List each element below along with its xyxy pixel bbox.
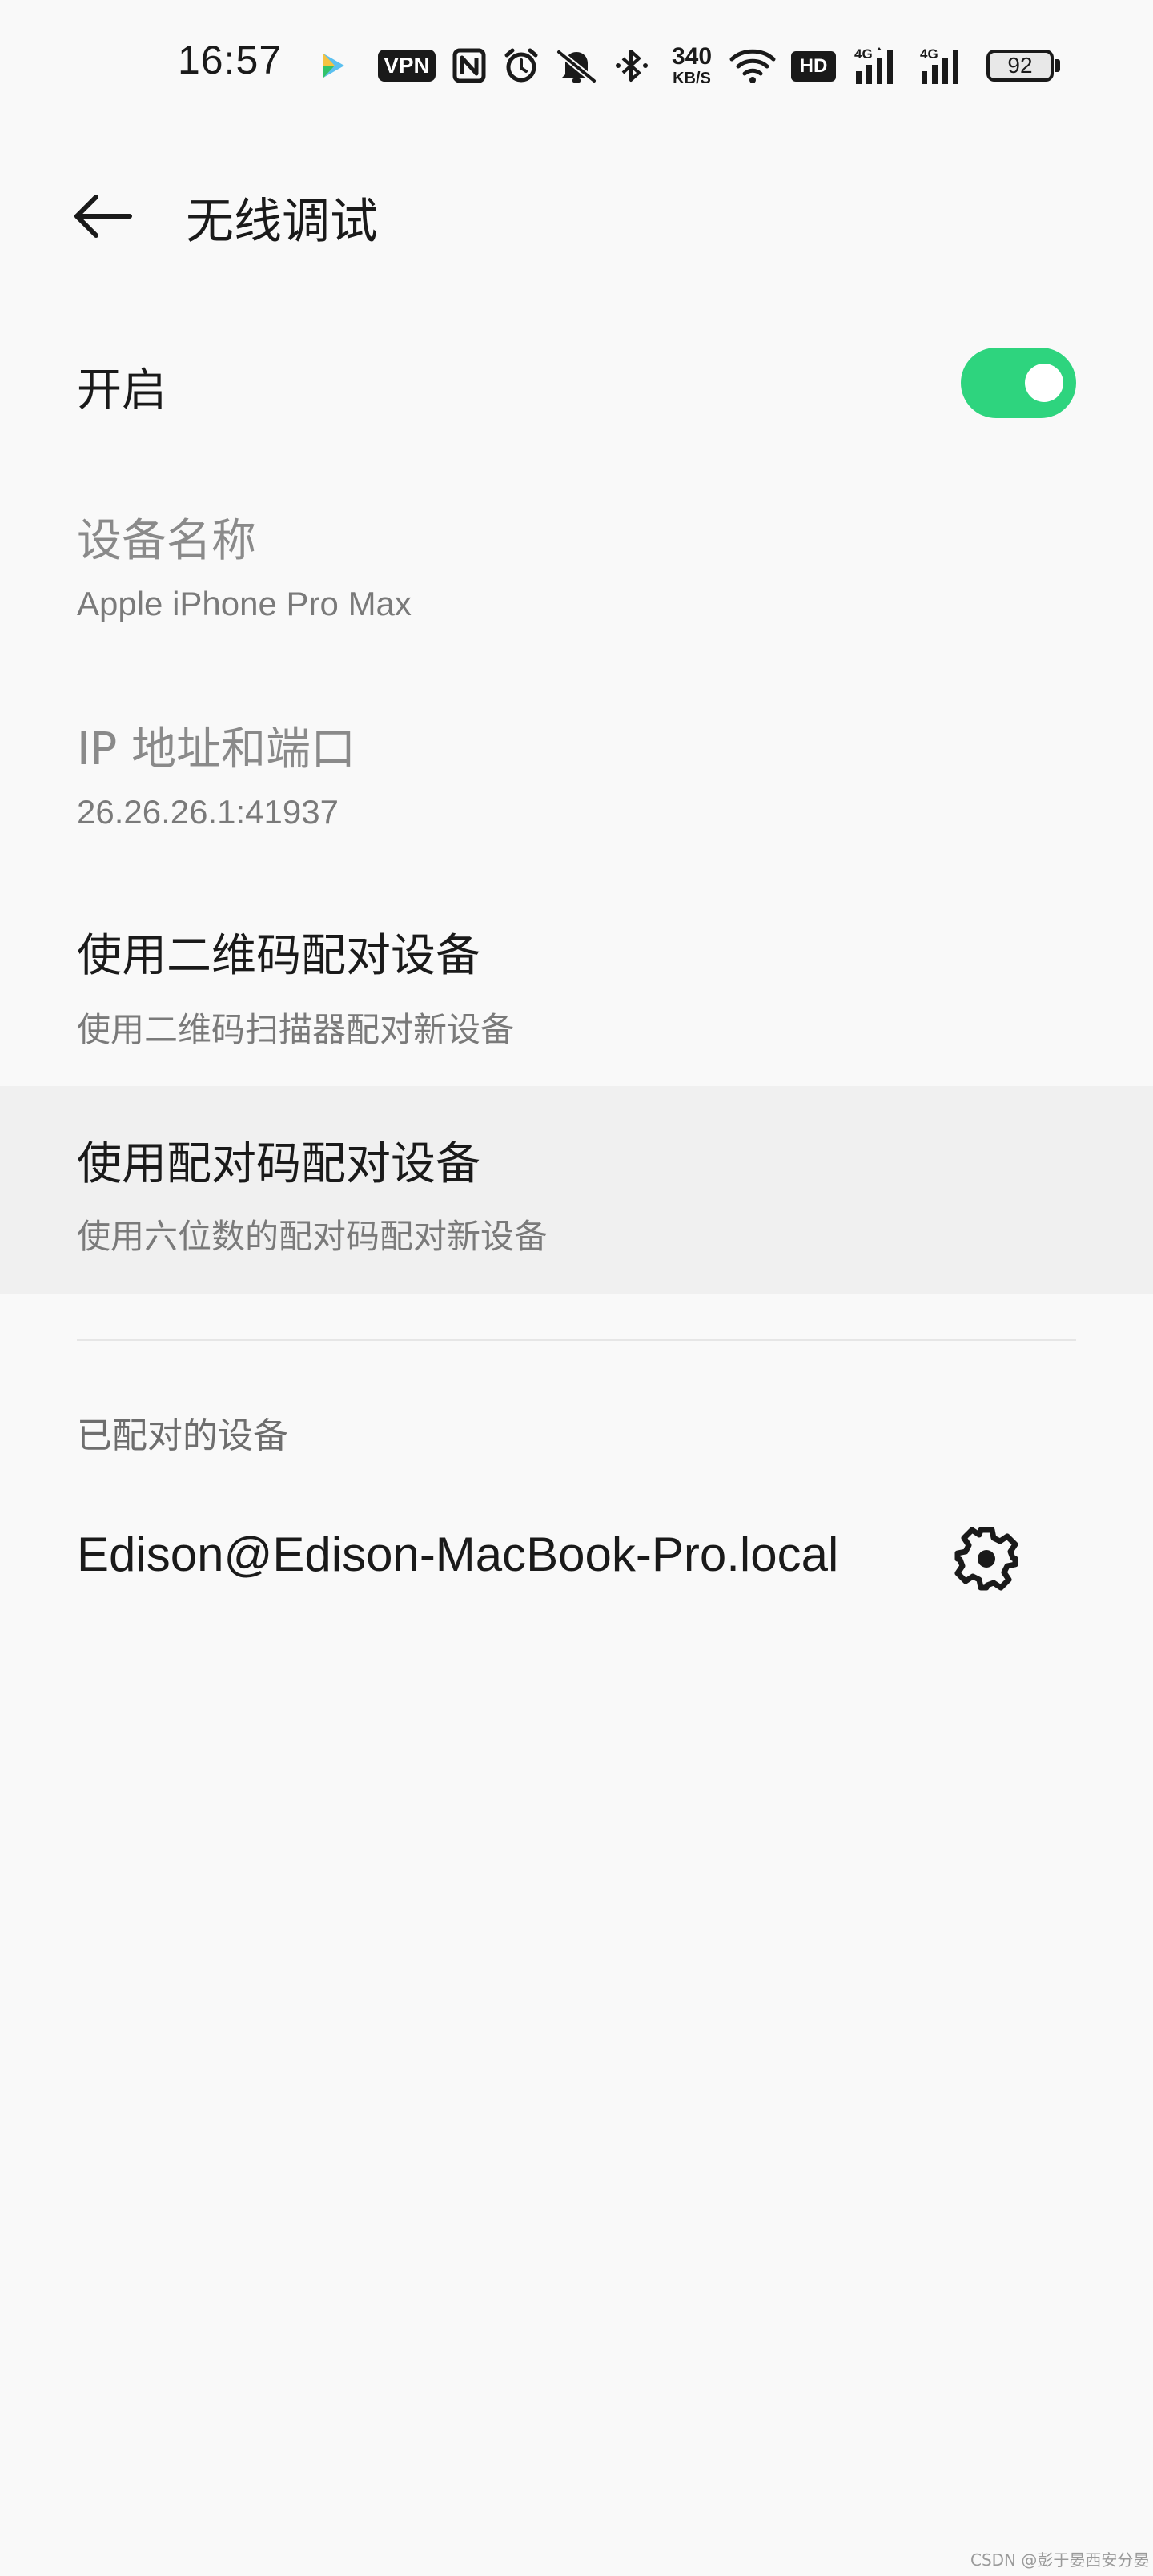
alarm-icon bbox=[501, 42, 541, 90]
enable-label: 开启 bbox=[77, 364, 167, 417]
gear-icon bbox=[954, 1527, 1018, 1591]
battery-tip bbox=[1055, 59, 1060, 72]
battery-icon: 92 bbox=[986, 50, 1054, 82]
status-time: 16:57 bbox=[178, 38, 283, 83]
vpn-icon: VPN bbox=[378, 50, 436, 82]
status-bar: 16:57 VPN 340 KB/S HD 4G 4G 92 bbox=[0, 0, 1153, 128]
arrow-back-icon bbox=[74, 195, 132, 238]
toolbar: 无线调试 bbox=[0, 144, 1153, 288]
code-pair-title: 使用配对码配对设备 bbox=[77, 1138, 480, 1190]
mute-icon bbox=[552, 42, 601, 90]
network-speed: 340 KB/S bbox=[666, 45, 717, 87]
ip-port-row: IP 地址和端口 26.26.26.1:41937 bbox=[0, 689, 1153, 881]
code-pair-subtitle: 使用六位数的配对码配对新设备 bbox=[77, 1218, 548, 1255]
code-pair-row[interactable]: 使用配对码配对设备 使用六位数的配对码配对新设备 bbox=[0, 1086, 1153, 1294]
qr-pair-subtitle: 使用二维码扫描器配对新设备 bbox=[77, 1011, 515, 1049]
ip-port-title: IP 地址和端口 bbox=[77, 723, 356, 775]
device-name-title: 设备名称 bbox=[77, 515, 256, 567]
divider bbox=[77, 1339, 1076, 1341]
ip-port-value: 26.26.26.1:41937 bbox=[77, 793, 339, 831]
device-name-value: Apple iPhone Pro Max bbox=[77, 585, 412, 622]
back-button[interactable] bbox=[54, 176, 151, 256]
battery-level: 92 bbox=[1007, 53, 1033, 78]
toggle-knob bbox=[1025, 364, 1063, 402]
page-title: 无线调试 bbox=[186, 194, 378, 250]
bluetooth-icon bbox=[613, 42, 655, 90]
signal-4g-icon: 4G bbox=[852, 42, 903, 90]
device-settings-button[interactable] bbox=[942, 1519, 1031, 1599]
nfc-icon bbox=[450, 42, 488, 90]
paired-devices-header: 已配对的设备 bbox=[77, 1415, 288, 1456]
enable-toggle[interactable] bbox=[961, 348, 1076, 418]
speed-unit: KB/S bbox=[673, 70, 711, 87]
svg-text:4G: 4G bbox=[854, 46, 873, 62]
signal-4g-icon: 4G bbox=[918, 42, 969, 90]
wifi-icon bbox=[727, 42, 778, 90]
svg-text:4G: 4G bbox=[920, 46, 938, 62]
qr-pair-title: 使用二维码配对设备 bbox=[77, 930, 480, 982]
watermark: CSDN @彭于晏西安分晏 bbox=[970, 2550, 1150, 2570]
qr-pair-row[interactable]: 使用二维码配对设备 使用二维码扫描器配对新设备 bbox=[0, 896, 1153, 1088]
paired-device-name: Edison@Edison-MacBook-Pro.local bbox=[77, 1527, 839, 1581]
hd-voice-icon: HD bbox=[791, 51, 836, 82]
speed-value: 340 bbox=[671, 43, 713, 70]
device-name-row: 设备名称 Apple iPhone Pro Max bbox=[0, 481, 1153, 673]
video-app-icon bbox=[314, 42, 352, 90]
